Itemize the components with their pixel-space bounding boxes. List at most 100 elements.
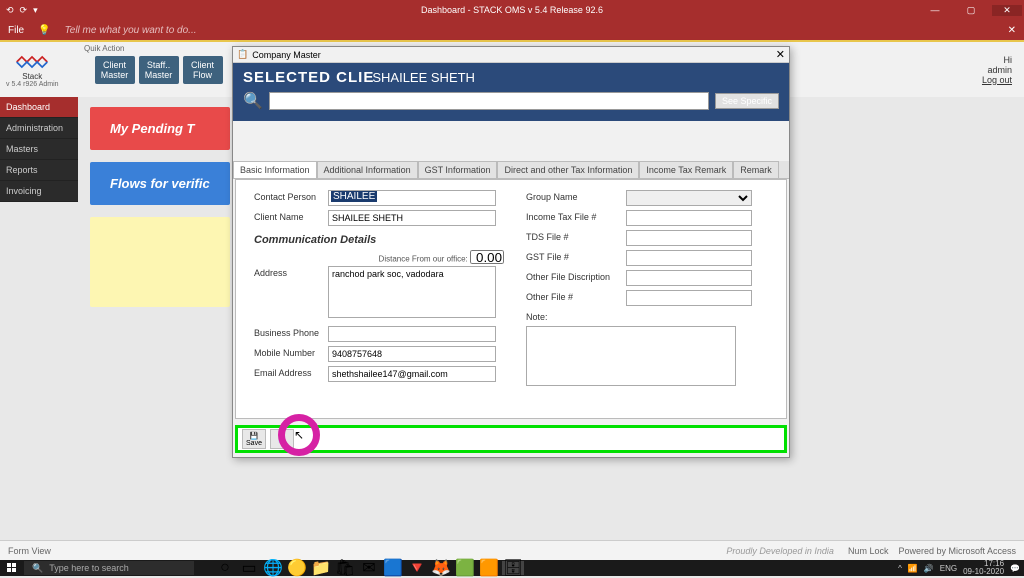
minimize-button[interactable]: — [920,5,950,16]
pending-card[interactable]: My Pending T [90,107,230,150]
ofn-label: Other File # [526,290,626,302]
tab-income-tax-remark[interactable]: Income Tax Remark [639,161,733,178]
save-label: Save [246,440,262,447]
status-bar: Form View Proudly Developed in India Num… [0,540,1024,560]
ppt-icon[interactable]: 🟧 [478,561,500,575]
tab-remark[interactable]: Remark [733,161,779,178]
ribbon-bar: File 💡 Tell me what you want to do... ✕ [0,20,1024,40]
note-field[interactable] [526,326,736,386]
firefox-icon[interactable]: 🦊 [430,561,452,575]
tab-gst-information[interactable]: GST Information [418,161,498,178]
distance-field[interactable] [470,250,504,264]
nav-masters[interactable]: Masters [0,139,78,160]
bphone-label: Business Phone [254,326,328,338]
nav-reports[interactable]: Reports [0,160,78,181]
itfile-field[interactable] [626,210,752,226]
client-search-input[interactable] [269,92,709,110]
word-icon[interactable]: 🟦 [382,561,404,575]
taskview-icon[interactable]: ▭ [238,561,260,575]
window-title: Dashboard - STACK OMS v 5.4 Release 92.6 [421,5,603,15]
email-field[interactable] [328,366,496,382]
left-nav: Dashboard Administration Masters Reports… [0,97,78,202]
mobile-label: Mobile Number [254,346,328,358]
yellow-card[interactable] [90,217,230,307]
dialog-close-button[interactable]: ✕ [776,48,785,61]
vlc-icon[interactable]: 🔻 [406,561,428,575]
tab-basic-information[interactable]: Basic Information [233,161,317,178]
window-titlebar: ⟲ ⟳ ▾ Dashboard - STACK OMS v 5.4 Releas… [0,0,1024,20]
history-back-icon[interactable]: ⟲ [6,5,14,16]
chrome-icon[interactable]: 🟡 [286,561,308,575]
dropdown-icon[interactable]: ▾ [33,5,38,16]
cortana-icon[interactable]: ○ [214,561,236,575]
address-field[interactable] [328,266,496,318]
lightbulb-icon: 💡 [38,25,50,36]
maximize-button[interactable]: ▢ [956,5,986,16]
address-label: Address [254,266,328,278]
tds-label: TDS File # [526,230,626,242]
client-master-button[interactable]: ClientMaster [95,56,135,84]
nav-invoicing[interactable]: Invoicing [0,181,78,202]
see-specific-button[interactable]: See Specific [715,93,779,109]
client-name-field[interactable] [328,210,496,226]
contact-label: Contact Person [254,190,328,202]
gst-label: GST File # [526,250,626,262]
user-greeting: Hi [982,55,1012,65]
dialog-icon: 📋 [237,49,248,60]
wifi-icon[interactable]: 📶 [908,564,918,573]
excel-icon[interactable]: 🟩 [454,561,476,575]
tab-additional-information[interactable]: Additional Information [317,161,418,178]
save-button[interactable]: 💾Save [242,429,266,449]
ribbon-close-icon[interactable]: ✕ [1008,25,1016,36]
communication-header: Communication Details [254,234,504,246]
business-phone-field[interactable] [328,326,496,342]
email-label: Email Address [254,366,328,378]
history-fwd-icon[interactable]: ⟳ [20,5,28,16]
gst-field[interactable] [626,250,752,266]
tray-up-icon[interactable]: ^ [898,564,902,573]
add-icon: 📄 [278,435,287,443]
other-file-desc-field[interactable] [626,270,752,286]
taskbar-search[interactable]: 🔍 Type here to search [24,561,194,575]
distance-label: Distance From our office: [379,255,468,264]
logout-link[interactable]: Log out [982,75,1012,85]
edge-icon[interactable]: 🌐 [262,561,284,575]
itfile-label: Income Tax File # [526,210,626,222]
group-label: Group Name [526,190,626,202]
dialog-body: Contact PersonSHAILEE Client Name Commun… [235,179,787,419]
flows-card[interactable]: Flows for verific [90,162,230,205]
tray-date: 09-10-2020 [963,567,1004,576]
taskbar: 🔍 Type here to search ○ ▭ 🌐 🟡 📁 🛍 ✉ 🟦 🔻 🦊… [0,560,1024,576]
tab-direct-tax-information[interactable]: Direct and other Tax Information [497,161,639,178]
dialog-header: SELECTED CLIESHAILEE SHETH 🔍 See Specifi… [233,63,789,121]
staff-master-button[interactable]: Staff..Master [139,56,179,84]
tray-lang[interactable]: ENG [940,564,957,573]
explorer-icon[interactable]: 📁 [310,561,332,575]
nav-administration[interactable]: Administration [0,118,78,139]
client-label: Client Name [254,210,328,222]
volume-icon[interactable]: 🔊 [924,564,934,573]
access-icon[interactable]: 🗄 [502,561,524,575]
search-icon: 🔍 [32,563,43,574]
other-file-num-field[interactable] [626,290,752,306]
file-menu[interactable]: File [8,25,24,36]
mobile-field[interactable] [328,346,496,362]
mail-icon[interactable]: ✉ [358,561,380,575]
contact-field[interactable]: SHAILEE [331,191,377,202]
client-flow-button[interactable]: ClientFlow [183,56,223,84]
tellme-input[interactable]: Tell me what you want to do... [65,25,197,36]
store-icon[interactable]: 🛍 [334,561,356,575]
user-name: admin [982,65,1012,75]
tds-field[interactable] [626,230,752,246]
notification-icon[interactable]: 💬 [1010,564,1020,573]
dialog-titlebar: 📋 Company Master ✕ [233,47,789,63]
nav-dashboard[interactable]: Dashboard [0,97,78,118]
ofd-label: Other File Discription [526,270,626,282]
close-button[interactable]: ✕ [992,5,1022,16]
status-powered: Powered by Microsoft Access [898,546,1016,556]
company-master-dialog: 📋 Company Master ✕ SELECTED CLIESHAILEE … [232,46,790,458]
add-button[interactable]: 📄 [270,429,294,449]
group-select[interactable] [626,190,752,206]
start-button[interactable] [0,560,24,576]
taskbar-search-placeholder: Type here to search [49,563,129,573]
